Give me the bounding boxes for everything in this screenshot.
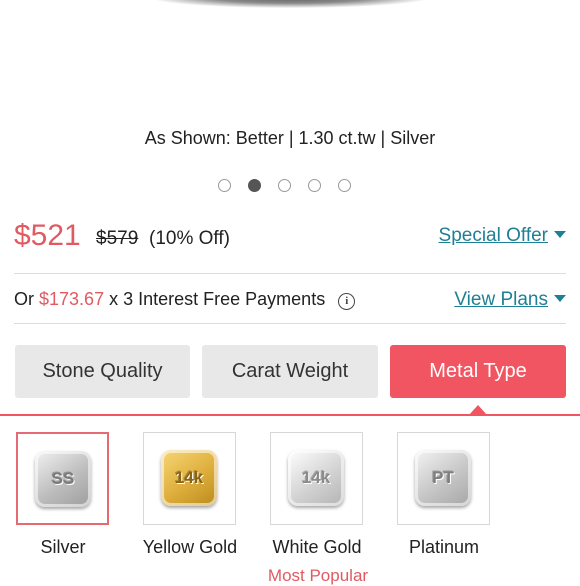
silver-metal-icon: SS bbox=[35, 451, 91, 507]
metal-option-yellow-gold[interactable]: 14k bbox=[143, 432, 236, 525]
metal-option-silver[interactable]: SS bbox=[16, 432, 109, 525]
payment-amount: $173.67 bbox=[39, 289, 105, 309]
payment-suffix: x 3 Interest Free Payments bbox=[109, 289, 326, 309]
yellow-gold-metal-icon: 14k bbox=[161, 450, 217, 506]
discount-label: (10% Off) bbox=[149, 228, 230, 249]
metal-option-platinum[interactable]: PT bbox=[397, 432, 490, 525]
payment-plan-text: Or $173.67 x 3 Interest Free Payments i bbox=[14, 289, 356, 310]
carousel-dots bbox=[218, 179, 351, 192]
view-plans-label: View Plans bbox=[454, 289, 548, 310]
metal-label-white-gold: White Gold bbox=[272, 537, 362, 557]
white-gold-metal-icon: 14k bbox=[288, 450, 344, 506]
divider bbox=[14, 323, 566, 324]
carousel-dot-1[interactable] bbox=[218, 179, 231, 192]
special-offer-link[interactable]: Special Offer bbox=[439, 225, 566, 247]
divider bbox=[14, 273, 566, 274]
carousel-dot-3[interactable] bbox=[278, 179, 291, 192]
payment-prefix: Or bbox=[14, 289, 34, 309]
metal-option-white-gold[interactable]: 14k bbox=[270, 432, 363, 525]
caret-down-icon bbox=[554, 295, 566, 302]
metal-label-yellow-gold: Yellow Gold bbox=[142, 537, 238, 557]
carousel-dot-2[interactable] bbox=[248, 179, 261, 192]
most-popular-badge: Most Popular bbox=[267, 566, 369, 585]
caret-down-icon bbox=[554, 231, 566, 238]
tab-metal-type[interactable]: Metal Type bbox=[390, 345, 566, 398]
metal-label-silver: Silver bbox=[40, 537, 86, 557]
original-price: $579 bbox=[96, 228, 139, 249]
tab-carat-weight[interactable]: Carat Weight bbox=[202, 345, 378, 398]
carousel-dot-4[interactable] bbox=[308, 179, 321, 192]
tab-panel-border bbox=[0, 414, 580, 416]
product-caption: As Shown: Better | 1.30 ct.tw | Silver bbox=[144, 128, 436, 148]
metal-label-platinum: Platinum bbox=[408, 537, 480, 557]
special-offer-label: Special Offer bbox=[438, 225, 548, 246]
current-price: $521 bbox=[14, 219, 81, 252]
platinum-metal-icon: PT bbox=[415, 450, 471, 506]
product-image bbox=[150, 0, 430, 8]
info-icon[interactable]: i bbox=[338, 293, 356, 310]
carousel-dot-5[interactable] bbox=[338, 179, 351, 192]
view-plans-link[interactable]: View Plans bbox=[454, 289, 566, 311]
tab-stone-quality[interactable]: Stone Quality bbox=[15, 345, 190, 398]
